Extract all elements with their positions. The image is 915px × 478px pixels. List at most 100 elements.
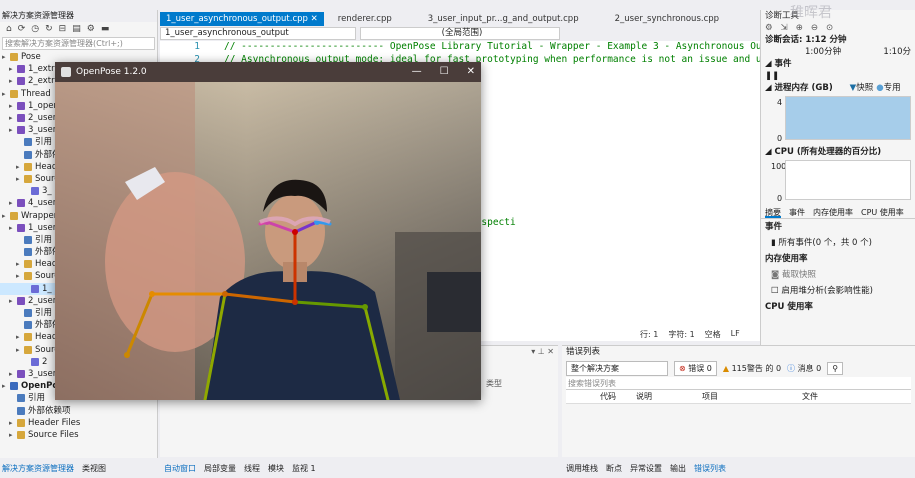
expand-arrow-icon[interactable]: ▸ [2,51,10,63]
warnings-filter[interactable]: ▲ 115警告 的 0 [723,363,781,374]
tab-modules[interactable]: 模块 [268,463,284,474]
expand-arrow-icon[interactable]: ▸ [16,344,24,356]
memory-graph[interactable] [785,96,911,140]
settings-icon[interactable]: ⚙ [765,22,773,34]
home-icon[interactable]: ⌂ [6,24,12,34]
expand-arrow-icon[interactable]: ▸ [2,88,10,100]
expand-arrow-icon[interactable]: ▸ [9,368,17,380]
error-search-input[interactable]: 搜索错误列表 [566,377,911,390]
reset-zoom-icon[interactable]: ⊙ [826,22,833,34]
expand-arrow-icon[interactable]: ▸ [9,222,17,234]
expand-arrow-icon[interactable]: ▸ [16,331,24,343]
tab-events[interactable]: 事件 [789,206,805,218]
tab-class-view[interactable]: 类视图 [82,463,106,474]
diagnostics-title: 诊断工具 [765,11,800,21]
expand-arrow-icon[interactable]: ▸ [16,258,24,270]
tree-item[interactable]: ▸ Source Files [0,429,157,441]
expand-arrow-icon[interactable]: ▸ [9,112,17,124]
error-list-toolbar: 整个解决方案 ⊗ 错误 0 ▲ 115警告 的 0 ⓘ 消息 0 ⚲ [562,359,915,377]
tab-file-4[interactable]: 2_user_synchronous.cpp [609,12,725,26]
tree-item-label: Header Files [28,417,81,428]
pin-icon[interactable]: ▾ ⊥ ✕ [531,347,554,356]
tab-breakpoints[interactable]: 断点 [606,463,622,474]
scope-select[interactable]: 整个解决方案 [566,360,668,376]
preview-icon[interactable]: ▬ [101,24,110,34]
expand-arrow-icon[interactable]: ▸ [16,161,24,173]
tab-solution-explorer[interactable]: 解决方案资源管理器 [2,463,74,474]
tab-file-3[interactable]: 3_user_input_pr...g_and_output.cpp [422,12,585,26]
tab-file-2[interactable]: renderer.cpp [332,12,398,26]
tree-item-label: 引用 [28,393,46,404]
col-description[interactable]: 说明 [636,390,702,403]
tab-output[interactable]: 输出 [670,463,686,474]
col-code[interactable]: 代码 [600,390,636,403]
take-snapshot-button[interactable]: ◙ 截取快照 [761,269,915,281]
zoom-in-icon[interactable]: ⊕ [796,22,803,34]
export-icon[interactable]: ⇲ [781,22,788,34]
solution-search-input[interactable]: 搜索解决方案资源管理器(Ctrl+;) [2,37,155,50]
openpose-window[interactable]: OpenPose 1.2.0 — ☐ ✕ [55,62,481,400]
expand-arrow-icon[interactable]: ▸ [9,63,17,75]
history-icon[interactable]: ◷ [31,24,39,34]
openpose-titlebar[interactable]: OpenPose 1.2.0 — ☐ ✕ [55,62,481,82]
expand-arrow-icon[interactable]: ▸ [16,173,24,185]
properties-icon[interactable]: ⚙ [87,24,95,34]
collapse-icon[interactable]: ◢ [765,59,772,69]
tab-watch[interactable]: 监视 1 [292,463,316,474]
tree-item-label: 引用 [35,234,53,245]
expand-arrow-icon[interactable]: ▸ [9,100,17,112]
messages-filter[interactable]: ⓘ 消息 0 [787,363,821,374]
close-icon[interactable]: ✕ [311,14,318,24]
col-project[interactable]: 项目 [702,390,802,403]
tab-summary[interactable]: 摘要 [765,206,781,218]
expand-arrow-icon[interactable]: ▸ [9,429,17,441]
tab-file-1[interactable]: 1_user_asynchronous_output.cpp ✕ [160,12,324,26]
expand-arrow-icon[interactable]: ▸ [9,197,17,209]
expand-arrow-icon[interactable]: ▸ [9,124,17,136]
cpu-graph[interactable] [785,160,911,200]
heap-profiling-toggle[interactable]: ☐ 启用堆分析(会影响性能) [761,285,915,297]
scope-dropdown[interactable]: 1_user_asynchronous_output [160,27,356,40]
collapse-icon[interactable]: ◢ [765,83,772,93]
tab-threads[interactable]: 线程 [244,463,260,474]
zoom-out-icon[interactable]: ⊖ [811,22,818,34]
filter-icon[interactable]: ⚲ [827,361,844,375]
debug-tabs-left: 自动窗口 局部变量 线程 模块 监视 1 [164,458,316,478]
expand-arrow-icon[interactable]: ▸ [16,270,24,282]
refresh-icon[interactable]: ↻ [45,24,53,34]
expand-arrow-icon[interactable]: ▸ [9,295,17,307]
tree-item[interactable]: ▸ Header Files [0,417,157,429]
tab-call-stack[interactable]: 调用堆栈 [566,463,598,474]
expand-arrow-icon[interactable]: ▸ [9,417,17,429]
code-line[interactable]: 1 // ------------------------- OpenPose L… [160,41,784,54]
folder-icon [10,53,18,62]
pause-icon[interactable]: ❚❚ [761,70,915,82]
errors-filter[interactable]: ⊗ 错误 0 [674,360,717,376]
expand-arrow-icon[interactable]: ▸ [9,75,17,87]
collapse-icon[interactable]: ◢ [765,147,772,157]
minimize-button[interactable]: — [412,62,422,82]
tab-exceptions[interactable]: 异常设置 [630,463,662,474]
events-section-title: 事件 [765,222,783,232]
tab-memory[interactable]: 内存使用率 [813,206,853,218]
collapse-icon[interactable]: ⊟ [59,24,67,34]
global-scope-dropdown[interactable]: (全局范围) [360,27,560,40]
camera-feed [55,82,481,400]
col-file[interactable]: 文件 [802,390,818,403]
tab-cpu[interactable]: CPU 使用率 [861,206,904,218]
tab-locals[interactable]: 局部变量 [204,463,236,474]
show-all-icon[interactable]: ▤ [72,24,81,34]
expand-arrow-icon[interactable]: ▸ [2,380,10,392]
folder-icon [10,211,18,220]
cpu-graph-area: 100 0 [761,160,915,206]
tab-error-list[interactable]: 错误列表 [694,463,726,474]
close-button[interactable]: ✕ [467,62,475,82]
maximize-button[interactable]: ☐ [440,62,449,82]
cpp-icon [31,187,39,196]
tab-autos[interactable]: 自动窗口 [164,463,196,474]
sync-icon[interactable]: ⟳ [18,24,26,34]
all-events-row[interactable]: ▮ 所有事件(0 个，共 0 个) [761,237,915,249]
tree-item[interactable]: 外部依赖项 [0,404,157,416]
expand-arrow-icon[interactable]: ▸ [2,210,10,222]
tree-item-label: Source Files [28,429,79,440]
